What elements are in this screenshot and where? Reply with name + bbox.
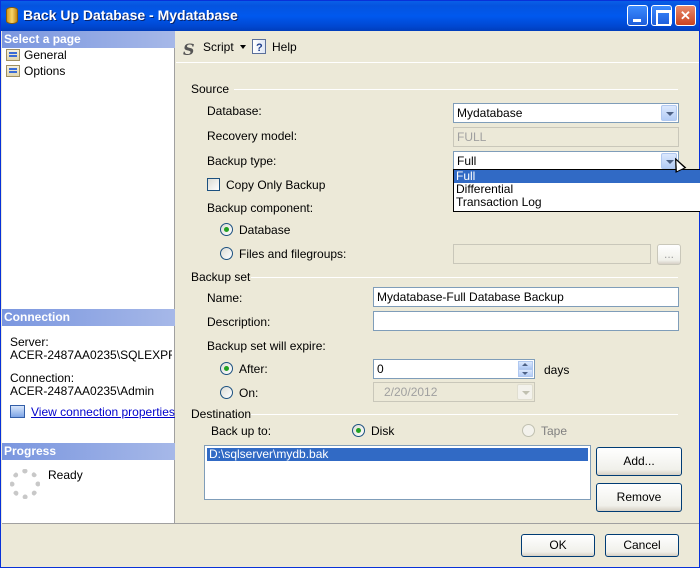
database-value: Mydatabase: [457, 106, 523, 120]
backup-name-input[interactable]: Mydatabase-Full Database Backup: [373, 287, 679, 307]
backup-type-dropdown-list[interactable]: Full Differential Transaction Log: [453, 169, 700, 212]
minimize-button[interactable]: [627, 5, 648, 26]
name-label: Name:: [207, 291, 243, 305]
source-group-label: Source: [191, 82, 230, 96]
component-database-label: Database: [239, 223, 291, 237]
database-combo[interactable]: Mydatabase: [453, 103, 679, 123]
expire-after-label: After:: [239, 362, 268, 376]
days-spinner[interactable]: [518, 361, 533, 377]
chevron-down-icon: [239, 45, 246, 49]
backup-set-group-label: Backup set: [191, 270, 251, 284]
script-button[interactable]: Script: [183, 38, 246, 56]
browse-filegroups-button[interactable]: ...: [657, 244, 681, 265]
expire-on-radio[interactable]: [220, 386, 233, 399]
select-page-header: Select a page: [2, 31, 175, 48]
server-value: ACER-2487AA0235\SQLEXPRES: [10, 349, 172, 362]
page-icon: [6, 49, 20, 61]
page-options[interactable]: Options: [6, 63, 65, 79]
window-title: Back Up Database - Mydatabase: [23, 7, 238, 23]
cancel-button[interactable]: Cancel: [605, 534, 679, 557]
destination-tape-label: Tape: [541, 424, 568, 438]
connection-label: Connection:: [10, 372, 75, 385]
destination-disk-radio[interactable]: [352, 424, 365, 437]
destination-group-label: Destination: [191, 407, 252, 421]
progress-header: Progress: [2, 443, 175, 460]
backup-component-label: Backup component:: [207, 201, 314, 215]
help-icon: [252, 39, 266, 57]
ok-button[interactable]: OK: [521, 534, 595, 557]
backup-type-label: Backup type:: [207, 154, 277, 168]
close-button[interactable]: [675, 5, 696, 26]
backup-type-option-transaction-log[interactable]: Transaction Log: [454, 196, 700, 209]
spin-down-icon[interactable]: [518, 369, 533, 377]
help-label: Help: [272, 40, 297, 54]
add-destination-button[interactable]: Add...: [596, 447, 682, 476]
database-icon: [6, 7, 18, 24]
expire-label: Backup set will expire:: [207, 339, 326, 353]
page-icon: [6, 65, 20, 77]
expire-after-radio[interactable]: [220, 362, 233, 375]
expire-days-input[interactable]: 0: [373, 359, 535, 379]
component-database-radio[interactable]: [220, 223, 233, 236]
maximize-button[interactable]: [651, 5, 672, 26]
chevron-down-icon: [517, 384, 533, 400]
expire-date-picker: 2/20/2012: [373, 382, 535, 402]
page-general[interactable]: General: [6, 47, 67, 63]
destination-disk-label: Disk: [371, 424, 395, 438]
left-pane: Select a page General Options Connection…: [2, 31, 175, 523]
source-divider: [234, 89, 678, 90]
general-page-content: Source Database: Mydatabase Recovery mod…: [176, 62, 699, 523]
destination-list[interactable]: D:\sqlserver\mydb.bak: [204, 445, 591, 500]
recovery-model-label: Recovery model:: [207, 129, 298, 143]
component-files-radio[interactable]: [220, 247, 233, 260]
page-general-label: General: [24, 48, 67, 62]
filegroups-field: [453, 244, 651, 264]
title-bar[interactable]: Back Up Database - Mydatabase: [1, 1, 699, 31]
destination-list-item[interactable]: D:\sqlserver\mydb.bak: [207, 448, 588, 461]
destination-divider: [251, 414, 678, 415]
chevron-down-icon[interactable]: [661, 105, 677, 121]
connection-header: Connection: [2, 309, 175, 326]
backup-database-window: Back Up Database - Mydatabase Select a p…: [0, 0, 700, 568]
expire-days-value: 0: [377, 362, 384, 376]
backup-set-divider: [251, 277, 678, 278]
spin-up-icon[interactable]: [518, 361, 533, 369]
connection-value: ACER-2487AA0235\Admin: [10, 385, 155, 398]
page-options-label: Options: [24, 64, 66, 78]
remove-destination-button[interactable]: Remove: [596, 483, 682, 512]
backup-type-combo[interactable]: Full: [453, 151, 679, 171]
script-icon: [183, 41, 197, 57]
progress-status: Ready: [48, 468, 83, 482]
toolbar: Script Help: [176, 31, 699, 62]
help-button[interactable]: Help: [252, 38, 297, 57]
days-label: days: [544, 363, 570, 377]
view-connection-properties-label: View connection properties: [31, 405, 175, 419]
connection-properties-icon: [10, 405, 25, 418]
server-label: Server:: [10, 336, 49, 349]
back-up-to-label: Back up to:: [211, 424, 272, 438]
component-files-label: Files and filegroups:: [239, 247, 347, 261]
copy-only-label: Copy Only Backup: [226, 178, 326, 192]
recovery-model-field: FULL: [453, 127, 679, 147]
destination-tape-radio[interactable]: [522, 424, 535, 437]
backup-type-value: Full: [457, 154, 477, 168]
progress-spinner-icon: [10, 469, 40, 499]
description-label: Description:: [207, 315, 271, 329]
view-connection-properties-link[interactable]: View connection properties: [10, 405, 175, 419]
dialog-footer: OK Cancel: [2, 523, 699, 567]
description-input[interactable]: [373, 311, 679, 331]
script-label: Script: [203, 40, 234, 54]
expire-date-value: 2/20/2012: [384, 385, 438, 399]
expire-on-label: On:: [239, 386, 259, 400]
database-label: Database:: [207, 104, 262, 118]
copy-only-checkbox[interactable]: [207, 178, 220, 191]
